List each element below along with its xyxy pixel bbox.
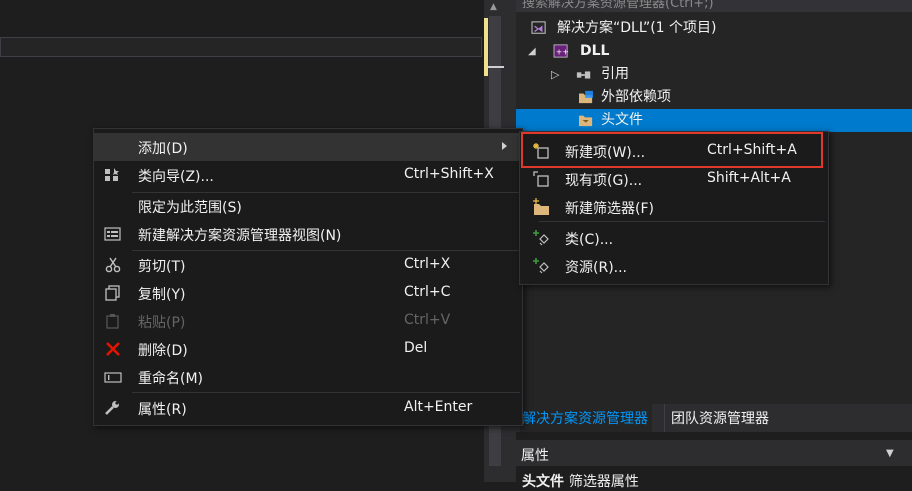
rename-icon bbox=[104, 372, 122, 383]
submenu-item-resource[interactable]: 资源(R)... bbox=[520, 252, 828, 280]
filter-folder-icon bbox=[579, 115, 593, 127]
properties-object-selector[interactable]: 头文件 筛选器属性 bbox=[522, 471, 639, 491]
menu-item-paste[interactable]: 粘贴(P) Ctrl+V bbox=[94, 307, 522, 335]
menu-item-add[interactable]: 添加(D) bbox=[94, 133, 522, 161]
menu-item-class-wizard[interactable]: 类向导(Z)... Ctrl+Shift+X bbox=[94, 161, 522, 189]
external-deps-folder-icon bbox=[579, 90, 593, 104]
menu-item-new-se-view[interactable]: 新建解决方案资源管理器视图(N) bbox=[94, 220, 522, 248]
menu-item-shortcut: Ctrl+X bbox=[404, 256, 451, 272]
menu-item-label: 删除(D) bbox=[138, 343, 188, 359]
class-wizard-icon bbox=[105, 168, 119, 181]
editor-nav-bar[interactable] bbox=[0, 37, 482, 57]
svg-text:++: ++ bbox=[556, 48, 569, 57]
menu-item-shortcut: Ctrl+Shift+X bbox=[404, 166, 494, 182]
menu-item-label: 资源(R)... bbox=[565, 260, 628, 276]
menu-item-label: 添加(D) bbox=[138, 141, 188, 157]
menu-item-shortcut: Shift+Alt+A bbox=[707, 170, 791, 186]
menu-item-shortcut: Alt+Enter bbox=[404, 399, 473, 415]
caret-marker bbox=[488, 66, 504, 68]
menu-item-label: 限定为此范围(S) bbox=[138, 200, 242, 216]
menu-item-shortcut: Ctrl+C bbox=[404, 284, 451, 300]
existing-item-icon bbox=[533, 171, 549, 187]
menu-item-label: 复制(Y) bbox=[138, 287, 186, 303]
copy-icon bbox=[105, 285, 120, 301]
header-files-label: 头文件 bbox=[601, 112, 643, 128]
properties-title: 属性 bbox=[521, 448, 549, 464]
menu-item-label: 新建解决方案资源管理器视图(N) bbox=[138, 228, 342, 244]
paste-icon bbox=[106, 314, 119, 329]
scissors-icon bbox=[105, 257, 121, 273]
wrench-icon bbox=[105, 401, 119, 415]
external-deps-label: 外部依赖项 bbox=[601, 89, 671, 105]
references-label: 引用 bbox=[601, 66, 629, 82]
submenu-item-class[interactable]: 类(C)... bbox=[520, 224, 828, 252]
properties-object-name: 头文件 bbox=[522, 474, 564, 490]
menu-item-label: 类向导(Z)... bbox=[138, 169, 214, 185]
menu-item-shortcut: Del bbox=[404, 340, 428, 356]
menu-item-label: 属性(R) bbox=[138, 402, 187, 418]
menu-item-label: 粘贴(P) bbox=[138, 315, 186, 331]
solution-label: 解决方案“DLL”(1 个项目) bbox=[557, 20, 717, 36]
add-class-icon bbox=[533, 230, 549, 246]
annotation-highlight-box bbox=[521, 132, 823, 168]
tab-team-explorer[interactable]: 团队资源管理器 bbox=[664, 404, 769, 432]
menu-item-label: 重命名(M) bbox=[138, 371, 204, 387]
menu-item-label: 新建筛选器(F) bbox=[565, 201, 654, 217]
delete-x-icon bbox=[106, 342, 120, 356]
add-resource-icon bbox=[533, 258, 549, 274]
menu-item-label: 现有项(G)... bbox=[565, 173, 643, 189]
tab-solution-explorer[interactable]: 解决方案资源管理器 bbox=[520, 404, 652, 432]
properties-object-type: 筛选器属性 bbox=[568, 474, 639, 490]
menu-item-properties[interactable]: 属性(R) Alt+Enter bbox=[94, 394, 522, 422]
menu-item-label: 类(C)... bbox=[565, 232, 614, 248]
expanded-arrow-icon[interactable]: ◢ bbox=[528, 40, 536, 63]
solution-icon bbox=[531, 21, 546, 34]
menu-item-cut[interactable]: 剪切(T) Ctrl+X bbox=[94, 251, 522, 279]
tree-row-selected-highlight bbox=[516, 109, 912, 132]
properties-dropdown-icon[interactable]: ▼ bbox=[886, 448, 894, 459]
submenu-separator bbox=[539, 221, 825, 222]
menu-item-scope-to-this[interactable]: 限定为此范围(S) bbox=[94, 192, 522, 220]
properties-header bbox=[516, 440, 912, 466]
context-menu: 添加(D) 类向导(Z)... Ctrl+Shift+X 限定为此范围(S) 新… bbox=[93, 128, 523, 426]
submenu-item-existing-item[interactable]: 现有项(G)... Shift+Alt+A bbox=[520, 165, 828, 193]
menu-item-copy[interactable]: 复制(Y) Ctrl+C bbox=[94, 279, 522, 307]
references-icon bbox=[576, 71, 591, 79]
menu-separator bbox=[132, 392, 520, 393]
new-filter-folder-icon bbox=[533, 198, 549, 215]
menu-item-rename[interactable]: 重命名(M) bbox=[94, 363, 522, 391]
search-placeholder: 搜索解决方案资源管理器(Ctrl+;) bbox=[522, 0, 714, 11]
new-view-icon bbox=[104, 227, 121, 241]
submenu-item-new-filter[interactable]: 新建筛选器(F) bbox=[520, 193, 828, 221]
menu-item-delete[interactable]: 删除(D) Del bbox=[94, 335, 522, 363]
collapsed-arrow-icon[interactable]: ▷ bbox=[551, 63, 559, 86]
submenu-arrow-icon bbox=[502, 142, 507, 150]
cpp-project-icon: ++ bbox=[553, 44, 569, 58]
menu-item-label: 剪切(T) bbox=[138, 259, 186, 275]
menu-item-shortcut: Ctrl+V bbox=[404, 312, 451, 328]
scroll-up-arrow-icon[interactable]: ▲ bbox=[490, 2, 497, 12]
solution-explorer-search[interactable]: 搜索解决方案资源管理器(Ctrl+;) bbox=[516, 0, 912, 12]
project-label: DLL bbox=[580, 43, 610, 59]
